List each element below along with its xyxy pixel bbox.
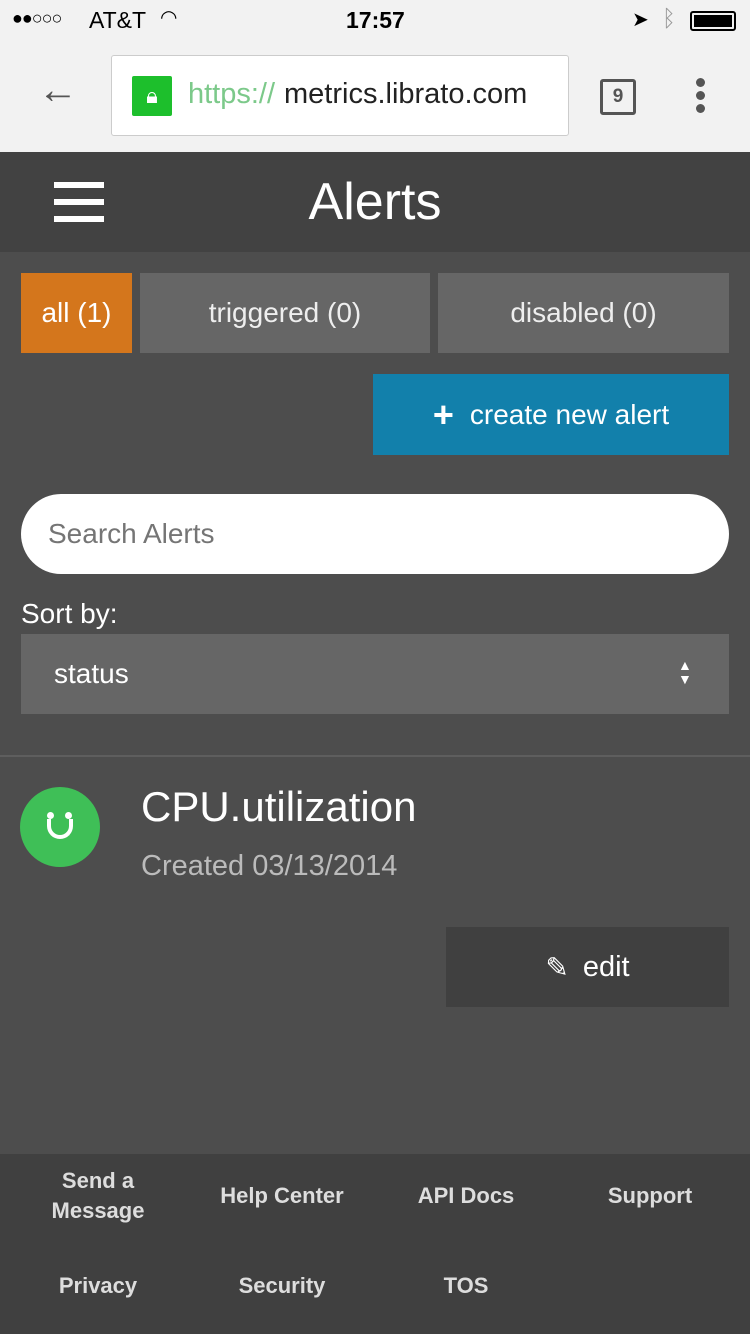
tab-triggered[interactable]: triggered (0)	[140, 273, 430, 353]
clock: 17:57	[346, 7, 405, 33]
tab-disabled[interactable]: disabled (0)	[438, 273, 729, 353]
lock-icon: 🔒︎	[132, 76, 172, 116]
footer-link-send-message[interactable]: Send a Message	[18, 1166, 178, 1226]
browser-toolbar: ← 🔒︎ https:// metrics.librato.com 9	[0, 40, 750, 152]
alert-created: Created 03/13/2014	[141, 850, 398, 882]
select-arrows-icon: ▲ ▼	[678, 657, 692, 687]
page-title: Alerts	[308, 173, 442, 231]
status-bar: ●●○○○ AT&T ◠ 17:57 ➤ ᛒ	[0, 0, 750, 40]
footer-link-api-docs[interactable]: API Docs	[386, 1181, 546, 1211]
edit-button[interactable]: ✎ edit	[446, 927, 729, 1007]
back-icon[interactable]: ←	[38, 70, 78, 110]
footer-link-help-center[interactable]: Help Center	[192, 1181, 372, 1211]
location-icon: ➤	[632, 9, 649, 31]
sort-select[interactable]: status ▲ ▼	[21, 634, 729, 714]
status-ok-smiley-icon	[20, 787, 100, 867]
footer-link-security[interactable]: Security	[202, 1271, 362, 1301]
create-alert-label: create new alert	[469, 398, 670, 430]
tab-all[interactable]: all (1)	[21, 273, 132, 353]
sort-label: Sort by:	[21, 598, 118, 629]
alert-list-item: CPU.utilization Created 03/13/2014 ✎ edi…	[0, 757, 750, 1154]
carrier: AT&T	[89, 7, 147, 33]
battery-icon	[690, 11, 736, 31]
sort-value: status	[54, 658, 129, 689]
wifi-icon: ◠	[160, 7, 178, 29]
create-alert-button[interactable]: + create new alert	[373, 374, 729, 455]
url-scheme: https://	[188, 78, 276, 110]
edit-label: edit	[582, 950, 630, 983]
search-input[interactable]	[21, 494, 729, 574]
plus-icon: +	[432, 393, 454, 435]
footer-link-privacy[interactable]: Privacy	[18, 1271, 178, 1301]
signal-icon: ●●○○○	[12, 8, 62, 28]
menu-dots-icon[interactable]	[696, 78, 708, 113]
footer: Send a Message Help Center API Docs Supp…	[0, 1154, 750, 1334]
url-host: metrics.librato.com	[284, 78, 528, 110]
pencil-icon: ✎	[545, 951, 569, 983]
bluetooth-icon: ᛒ	[662, 5, 676, 31]
url-bar[interactable]: 🔒︎ https:// metrics.librato.com	[111, 55, 569, 136]
alert-name[interactable]: CPU.utilization	[141, 783, 416, 831]
footer-link-support[interactable]: Support	[570, 1181, 730, 1211]
app-header: Alerts	[0, 152, 750, 252]
footer-link-tos[interactable]: TOS	[386, 1271, 546, 1301]
tabs-count-button[interactable]: 9	[600, 79, 636, 115]
